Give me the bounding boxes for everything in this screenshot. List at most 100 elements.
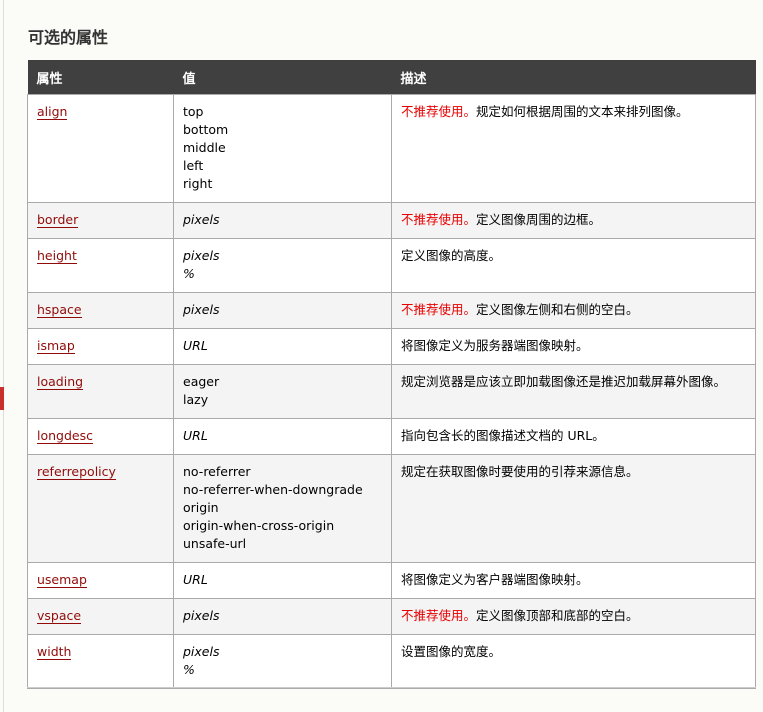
deprecated-label: 不推荐使用。 xyxy=(401,212,477,227)
description-text: 定义图像周围的边框。 xyxy=(476,212,602,227)
description-text: 设置图像的宽度。 xyxy=(401,644,502,659)
description-cell: 将图像定义为客户器端图像映射。 xyxy=(391,562,756,599)
deprecated-label: 不推荐使用。 xyxy=(401,104,477,119)
attribute-link[interactable]: longdesc xyxy=(37,428,93,444)
value-cell: URL xyxy=(173,562,392,599)
attribute-cell: align xyxy=(27,94,174,203)
value-option: left xyxy=(183,158,204,173)
description-text: 定义图像左侧和右侧的空白。 xyxy=(476,302,639,317)
value-cell: pixels xyxy=(173,202,392,239)
attributes-table: 属性 值 描述 align top bottom middle left right 不… xyxy=(27,60,756,689)
value-cell: URL xyxy=(173,328,392,365)
attribute-cell: hspace xyxy=(27,292,174,329)
attribute-link[interactable]: usemap xyxy=(37,572,87,588)
value-cell: pixels% xyxy=(173,634,392,689)
table-row: width pixels% 设置图像的宽度。 xyxy=(27,634,756,689)
value-option: pixels xyxy=(183,644,220,659)
description-text: 定义图像顶部和底部的空白。 xyxy=(476,608,639,623)
attribute-link[interactable]: ismap xyxy=(37,338,75,354)
header-description: 描述 xyxy=(391,60,756,95)
attribute-cell: border xyxy=(27,202,174,239)
value-cell: pixels xyxy=(173,292,392,329)
scroll-marker xyxy=(0,387,4,410)
description-cell: 不推荐使用。规定如何根据周围的文本来排列图像。 xyxy=(391,94,756,203)
deprecated-label: 不推荐使用。 xyxy=(401,302,477,317)
table-row: vspace pixels 不推荐使用。定义图像顶部和底部的空白。 xyxy=(27,598,756,635)
value-option: pixels xyxy=(183,608,220,623)
description-cell: 不推荐使用。定义图像顶部和底部的空白。 xyxy=(391,598,756,635)
table-row: loading eager lazy 规定浏览器是应该立即加载图像还是推迟加载屏幕… xyxy=(27,364,756,419)
value-option: % xyxy=(183,662,195,677)
table-row: ismap URL 将图像定义为服务器端图像映射。 xyxy=(27,328,756,365)
value-option: pixels xyxy=(183,248,220,263)
value-option: URL xyxy=(183,572,208,587)
table-row: hspace pixels 不推荐使用。定义图像左侧和右侧的空白。 xyxy=(27,292,756,329)
description-cell: 定义图像的高度。 xyxy=(391,238,756,293)
table-row: border pixels 不推荐使用。定义图像周围的边框。 xyxy=(27,202,756,239)
value-cell: pixels xyxy=(173,598,392,635)
attribute-cell: height xyxy=(27,238,174,293)
attribute-cell: vspace xyxy=(27,598,174,635)
attribute-link[interactable]: align xyxy=(37,104,68,120)
value-option: no-referrer-when-downgrade xyxy=(183,482,363,497)
header-attribute: 属性 xyxy=(27,60,174,95)
attribute-cell: referrepolicy xyxy=(27,454,174,563)
description-cell: 将图像定义为服务器端图像映射。 xyxy=(391,328,756,365)
attribute-cell: loading xyxy=(27,364,174,419)
deprecated-label: 不推荐使用。 xyxy=(401,608,477,623)
value-option: origin-when-cross-origin xyxy=(183,518,335,533)
attribute-link[interactable]: border xyxy=(37,212,79,228)
description-cell: 不推荐使用。定义图像周围的边框。 xyxy=(391,202,756,239)
table-header: 属性 值 描述 xyxy=(27,60,756,95)
value-cell: eager lazy xyxy=(173,364,392,419)
table-row: referrepolicy no-referrer no-referrer-whe… xyxy=(27,454,756,563)
value-option: lazy xyxy=(183,392,209,407)
value-cell: URL xyxy=(173,418,392,455)
divider xyxy=(27,687,756,688)
table-row: longdesc URL 指向包含长的图像描述文档的 URL。 xyxy=(27,418,756,455)
value-option: eager xyxy=(183,374,220,389)
attribute-link[interactable]: width xyxy=(37,644,72,660)
attribute-link[interactable]: vspace xyxy=(37,608,82,624)
attribute-cell: width xyxy=(27,634,174,689)
attribute-link[interactable]: loading xyxy=(37,374,84,390)
value-option: bottom xyxy=(183,122,229,137)
description-text: 将图像定义为客户器端图像映射。 xyxy=(401,572,589,587)
value-option: URL xyxy=(183,338,208,353)
section-title: 可选的属性 xyxy=(28,28,109,47)
description-text: 指向包含长的图像描述文档的 URL。 xyxy=(401,428,605,443)
description-cell: 不推荐使用。定义图像左侧和右侧的空白。 xyxy=(391,292,756,329)
attribute-link[interactable]: hspace xyxy=(37,302,82,318)
value-option: URL xyxy=(183,428,208,443)
value-cell: top bottom middle left right xyxy=(173,94,392,203)
value-cell: pixels% xyxy=(173,238,392,293)
description-cell: 规定在获取图像时要使用的引荐来源信息。 xyxy=(391,454,756,563)
table-row: usemap URL 将图像定义为客户器端图像映射。 xyxy=(27,562,756,599)
description-text: 规定浏览器是应该立即加载图像还是推迟加载屏幕外图像。 xyxy=(401,374,727,389)
attribute-link[interactable]: referrepolicy xyxy=(37,464,116,480)
value-option: origin xyxy=(183,500,219,515)
attribute-cell: ismap xyxy=(27,328,174,365)
value-option: % xyxy=(183,266,195,281)
value-option: no-referrer xyxy=(183,464,251,479)
header-value: 值 xyxy=(173,60,392,95)
description-text: 规定在获取图像时要使用的引荐来源信息。 xyxy=(401,464,639,479)
table-row: height pixels% 定义图像的高度。 xyxy=(27,238,756,293)
description-cell: 规定浏览器是应该立即加载图像还是推迟加载屏幕外图像。 xyxy=(391,364,756,419)
value-option: right xyxy=(183,176,213,191)
value-option: top xyxy=(183,104,204,119)
attribute-link[interactable]: height xyxy=(37,248,77,264)
description-cell: 指向包含长的图像描述文档的 URL。 xyxy=(391,418,756,455)
attribute-cell: longdesc xyxy=(27,418,174,455)
value-option: unsafe-url xyxy=(183,536,247,551)
description-text: 规定如何根据周围的文本来排列图像。 xyxy=(476,104,689,119)
value-option: middle xyxy=(183,140,226,155)
value-option: pixels xyxy=(183,302,220,317)
page-left-border xyxy=(3,0,4,712)
value-cell: no-referrer no-referrer-when-downgrade ori… xyxy=(173,454,392,563)
table-row: align top bottom middle left right 不推荐使用。规定如… xyxy=(27,94,756,203)
attribute-cell: usemap xyxy=(27,562,174,599)
value-option: pixels xyxy=(183,212,220,227)
description-cell: 设置图像的宽度。 xyxy=(391,634,756,689)
description-text: 定义图像的高度。 xyxy=(401,248,502,263)
